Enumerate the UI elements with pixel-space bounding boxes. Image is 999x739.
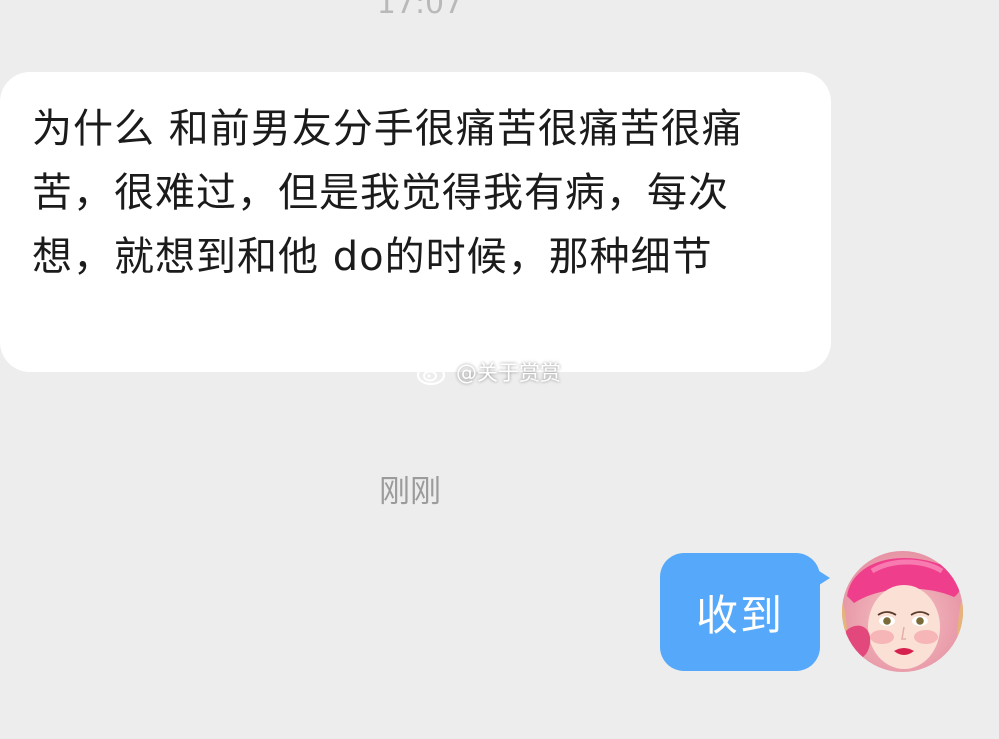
bubble-tail [816,569,830,587]
outgoing-message-bubble[interactable]: 收到 [660,553,820,671]
outgoing-message[interactable]: 收到 [660,553,832,671]
watermark: @关于赏赏 [416,352,561,392]
outgoing-message-text: 收到 [695,590,784,640]
incoming-message-text: 为什么 和前男友分手很痛苦很痛苦很痛苦，很难过，但是我觉得我有病，每次想，就想到… [32,106,743,280]
top-timestamp: 17:07 [376,0,464,21]
avatar-image[interactable] [842,551,963,672]
middle-timestamp: 刚刚 [379,474,441,510]
weibo-icon [416,357,452,387]
watermark-text: @关于赏赏 [456,361,561,385]
incoming-message-bubble[interactable]: 为什么 和前男友分手很痛苦很痛苦很痛苦，很难过，但是我觉得我有病，每次想，就想到… [0,72,831,372]
